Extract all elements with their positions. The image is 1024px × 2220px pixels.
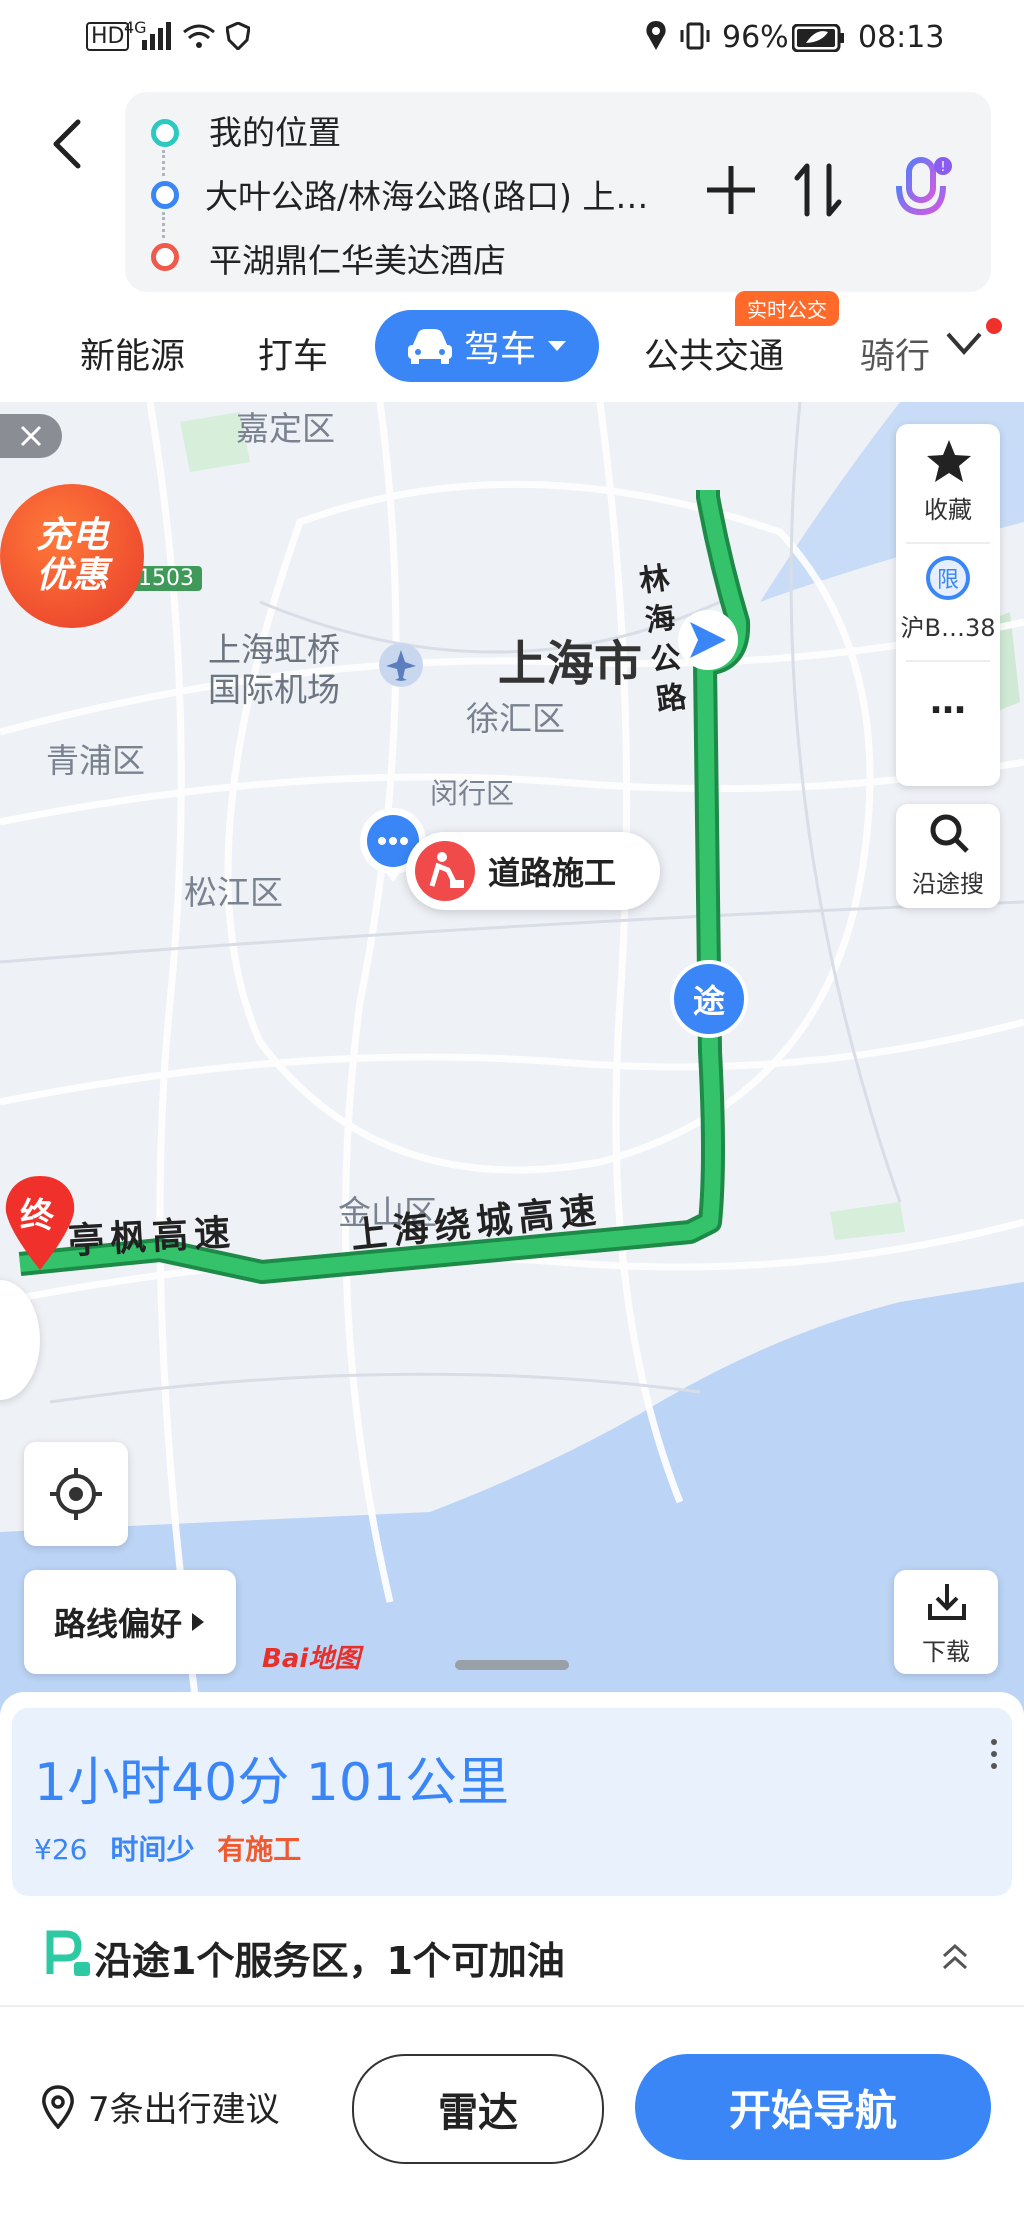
route-connector <box>162 212 168 238</box>
promo-text: 充电 优惠 <box>35 515 108 596</box>
end-marker-text: 终 <box>20 1196 54 1236</box>
eta-distance: 1小时40分 101公里 <box>34 1753 510 1813</box>
suggestions-label: 7条出行建议 <box>88 2090 280 2130</box>
service-area-icon <box>46 1930 90 1976</box>
location-pin-icon <box>42 2084 74 2129</box>
place-shanghai-city: 上海市 <box>498 636 643 692</box>
origin-dot <box>151 119 179 147</box>
swap-icon[interactable] <box>793 160 843 220</box>
locate-me-button[interactable] <box>24 1442 128 1546</box>
tab-taxi[interactable]: 打车 <box>258 328 328 379</box>
airport-icon <box>379 643 423 687</box>
hd-indicator: HD <box>86 22 130 51</box>
download-icon <box>928 1584 966 1620</box>
construction-icon <box>415 841 475 901</box>
shield-icon <box>226 22 250 50</box>
divider <box>906 660 990 662</box>
place-jiading: 嘉定区 <box>236 409 335 448</box>
place-qingpu: 青浦区 <box>46 741 145 780</box>
transit-live-badge: 实时公交 <box>735 291 839 326</box>
battery-icon <box>792 24 844 52</box>
plate-restriction-button[interactable]: 限 沪B…38 <box>896 552 1000 662</box>
download-button[interactable]: 下载 <box>894 1570 998 1674</box>
construction-callout[interactable]: 道路施工 <box>406 832 660 910</box>
divider <box>906 542 990 544</box>
close-promo-button[interactable] <box>0 414 62 458</box>
start-navigation-button[interactable]: 开始导航 <box>635 2054 991 2160</box>
close-icon <box>20 425 42 447</box>
charging-promo-badge[interactable]: 充电 优惠 <box>0 484 144 628</box>
location-icon <box>646 21 666 50</box>
car-icon <box>407 329 452 364</box>
place-hongqiao-airport: 上海虹桥 国际机场 <box>208 630 340 709</box>
radar-button[interactable]: 雷达 <box>352 2054 604 2164</box>
route-preference-button[interactable]: 路线偏好 <box>24 1570 236 1674</box>
tab-drive-label: 驾车 <box>463 329 536 370</box>
tab-new-energy[interactable]: 新能源 <box>80 328 185 379</box>
wifi-icon <box>183 24 215 48</box>
route-panel: 我的位置 大叶公路/林海公路(路口) 上… 平湖鼎仁华美达酒店 ! <box>125 92 991 292</box>
tab-ride[interactable]: 骑行 <box>860 328 940 379</box>
tag-fast: 时间少 <box>110 1833 195 1866</box>
tab-transit[interactable]: 公共交通 <box>644 328 784 379</box>
destination-dot <box>151 243 179 271</box>
sheet-drag-handle[interactable] <box>455 1660 569 1670</box>
crosshair-icon <box>50 1468 102 1520</box>
more-vertical-icon[interactable] <box>986 1736 1002 1772</box>
route-tags: ¥26 时间少 有施工 <box>34 1828 301 1868</box>
place-songjiang: 松江区 <box>184 873 283 912</box>
notification-dot <box>986 318 1002 334</box>
download-label: 下载 <box>922 1638 970 1666</box>
favorite-button[interactable]: 收藏 <box>896 434 1000 544</box>
restriction-icon: 限 <box>926 556 970 600</box>
map-side-toolbar: 收藏 限 沪B…38 … <box>896 424 1000 786</box>
signal-icon <box>142 22 171 50</box>
waypoint-dot <box>151 181 179 209</box>
search-along-button[interactable]: 沿途搜 <box>896 804 1000 908</box>
clock: 08:13 <box>858 20 945 55</box>
travel-suggestions-link[interactable]: 7条出行建议 <box>40 2082 280 2131</box>
chevron-right-icon <box>192 1613 204 1631</box>
construction-label: 道路施工 <box>488 854 617 892</box>
star-icon <box>927 440 971 482</box>
more-options-button[interactable]: … <box>896 672 1000 772</box>
waypoint-marker[interactable]: 途 <box>670 960 748 1038</box>
chevron-up-icon[interactable] <box>940 1942 970 1972</box>
waypoint-field[interactable]: 大叶公路/林海公路(路口) 上… <box>205 170 648 218</box>
origin-field[interactable]: 我的位置 <box>209 106 341 154</box>
svg-text:!: ! <box>940 160 945 175</box>
voice-mic-icon[interactable]: ! <box>893 154 957 228</box>
route-connector <box>162 150 168 176</box>
current-location-arrow-icon <box>678 610 738 670</box>
tab-drive[interactable]: 驾车 <box>375 310 599 382</box>
chevron-down-icon <box>548 341 566 351</box>
map-view[interactable]: 嘉定区 上海虹桥 国际机场 上海市 徐汇区 青浦区 闵行区 松江区 金山区 林 … <box>0 402 1024 1732</box>
route-preference-label: 路线偏好 <box>53 1605 182 1643</box>
toll-cost: ¥26 <box>34 1833 88 1866</box>
search-along-label: 沿途搜 <box>912 870 984 898</box>
end-marker[interactable]: 终 <box>0 1174 80 1274</box>
more-modes-chevron-icon[interactable] <box>944 328 984 358</box>
baidu-map-logo: Bai地图 <box>262 1644 361 1674</box>
add-waypoint-icon[interactable] <box>703 162 759 218</box>
back-icon[interactable] <box>48 118 88 170</box>
destination-field[interactable]: 平湖鼎仁华美达酒店 <box>209 234 506 282</box>
battery-percent: 96% <box>722 20 789 55</box>
place-xuhui: 徐汇区 <box>466 699 565 738</box>
tag-construction: 有施工 <box>217 1833 302 1866</box>
status-bar: HD 4G 96% 08:13 <box>0 0 1024 80</box>
search-icon <box>930 814 969 853</box>
road-label-tingfeng: 亭枫高速 <box>67 1212 238 1263</box>
service-area-info: 沿途1个服务区，1个可加油 <box>94 1939 565 1983</box>
restriction-label: 沪B…38 <box>900 614 996 642</box>
vibrate-icon <box>680 22 710 50</box>
place-minhang: 闵行区 <box>430 777 515 810</box>
map-base <box>0 402 1024 1732</box>
favorite-label: 收藏 <box>924 496 972 524</box>
